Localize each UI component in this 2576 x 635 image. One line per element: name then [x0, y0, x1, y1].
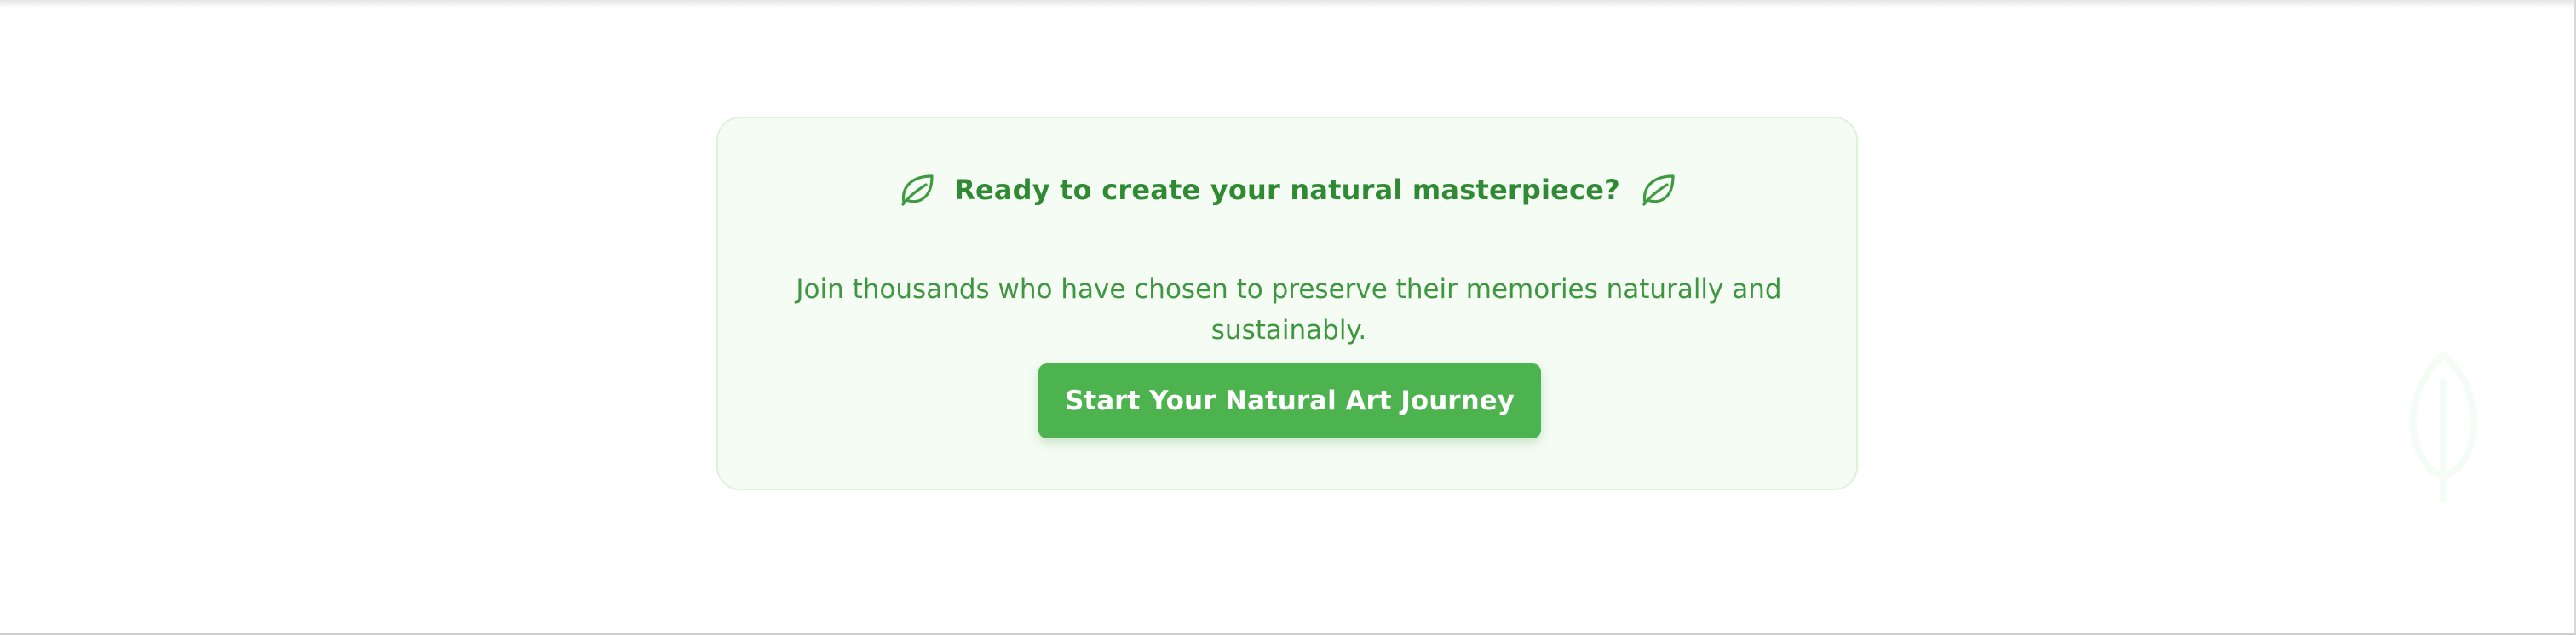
leaf-icon [901, 174, 934, 206]
leaf-icon [1642, 174, 1675, 206]
cta-page: Ready to create your natural masterpiece… [0, 0, 2576, 635]
header-shadow [0, 0, 2576, 9]
cta-title-row: Ready to create your natural masterpiece… [718, 166, 1856, 214]
cta-title: Ready to create your natural masterpiece… [954, 174, 1620, 206]
cta-description: Join thousands who have chosen to preser… [796, 274, 1782, 346]
start-natural-art-journey-button[interactable]: Start Your Natural Art Journey [1038, 363, 1541, 438]
call-to-action-card: Ready to create your natural masterpiece… [716, 117, 1858, 490]
leaf-icon [2409, 352, 2478, 503]
